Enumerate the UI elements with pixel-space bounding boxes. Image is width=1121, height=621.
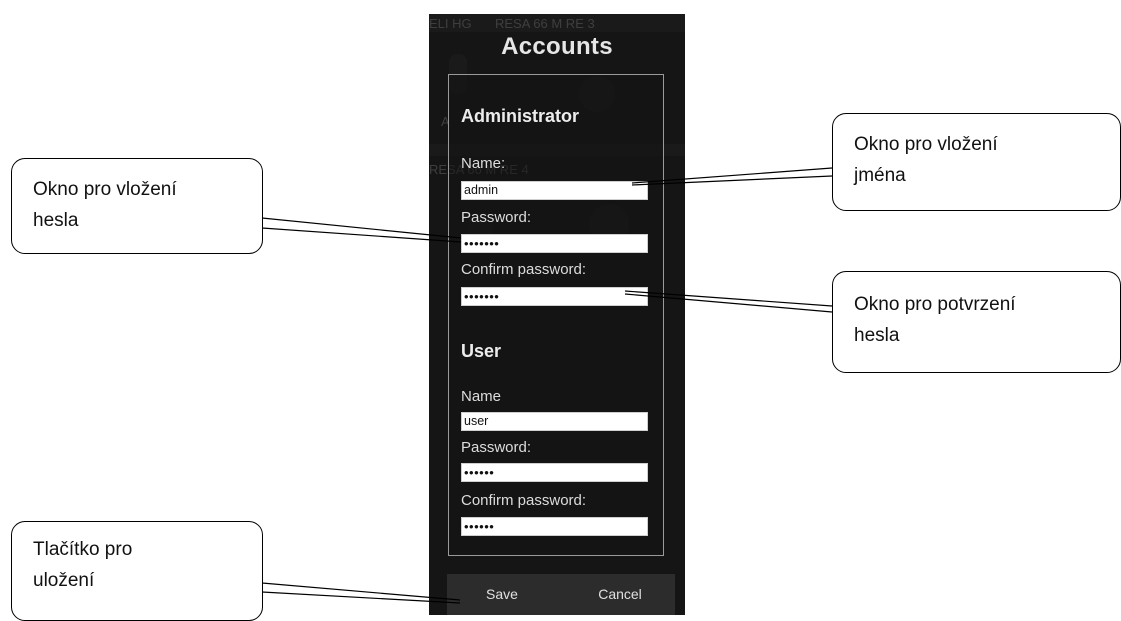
callout-text-line: Okno pro vložení bbox=[33, 179, 177, 200]
callout-text-line: hesla bbox=[854, 325, 900, 346]
leader-confirm bbox=[624, 290, 833, 307]
callout-password: Okno pro vložení hesla bbox=[11, 158, 263, 254]
callout-text-line: Tlačítko pro bbox=[33, 539, 133, 560]
callout-name: Okno pro vložení jména bbox=[832, 113, 1121, 211]
callout-text-line: Okno pro potvrzení bbox=[854, 294, 1016, 315]
callout-text-line: Okno pro vložení bbox=[854, 134, 998, 155]
callout-text-line: jména bbox=[854, 165, 906, 186]
callout-save: Tlačítko pro uložení bbox=[11, 521, 263, 621]
callout-text-line: uložení bbox=[33, 570, 95, 591]
callout-confirm: Okno pro potvrzení hesla bbox=[832, 271, 1121, 373]
callout-text-line: hesla bbox=[33, 210, 79, 231]
